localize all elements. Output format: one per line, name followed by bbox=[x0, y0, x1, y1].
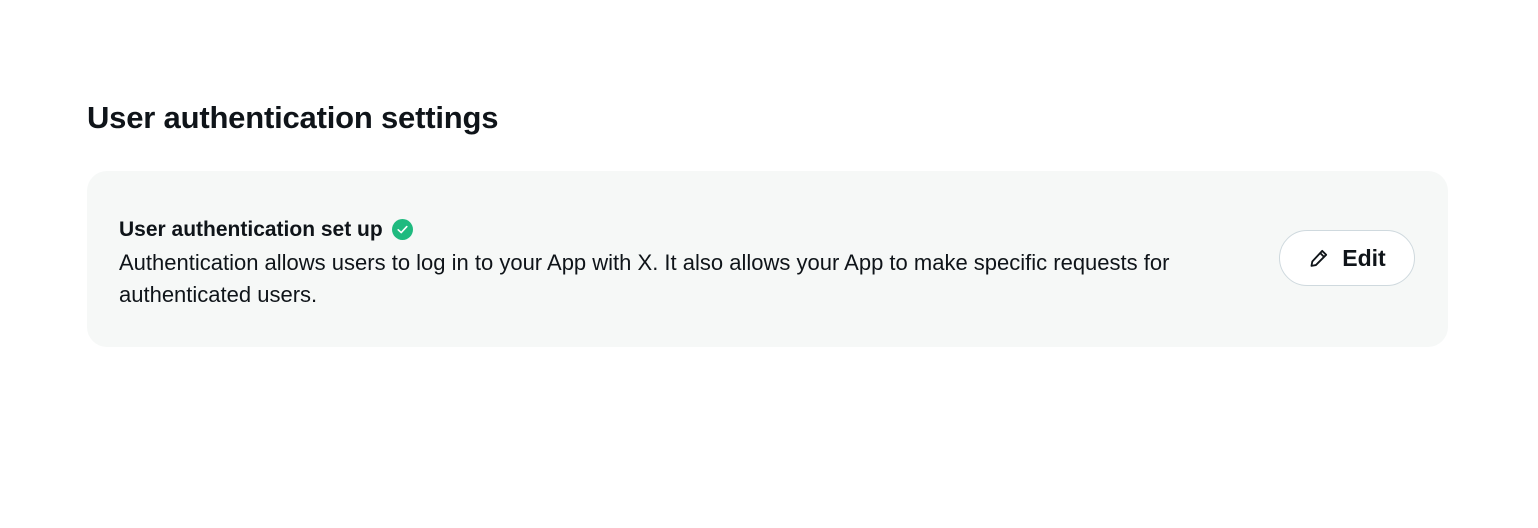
edit-button[interactable]: Edit bbox=[1279, 230, 1415, 286]
pencil-icon bbox=[1308, 247, 1330, 269]
check-circle-icon bbox=[391, 218, 413, 240]
card-text: User authentication set up Authenticatio… bbox=[119, 215, 1259, 311]
edit-button-label: Edit bbox=[1342, 245, 1386, 271]
description-text: Authentication allows users to log in to… bbox=[119, 250, 1170, 307]
user-authentication-settings-section: User authentication settings User authen… bbox=[87, 98, 1448, 347]
user-authentication-card: User authentication set up Authenticatio… bbox=[87, 171, 1448, 347]
section-title: User authentication settings bbox=[87, 100, 499, 135]
status-line: User authentication set up bbox=[119, 215, 1259, 245]
status-label: User authentication set up bbox=[119, 218, 383, 241]
